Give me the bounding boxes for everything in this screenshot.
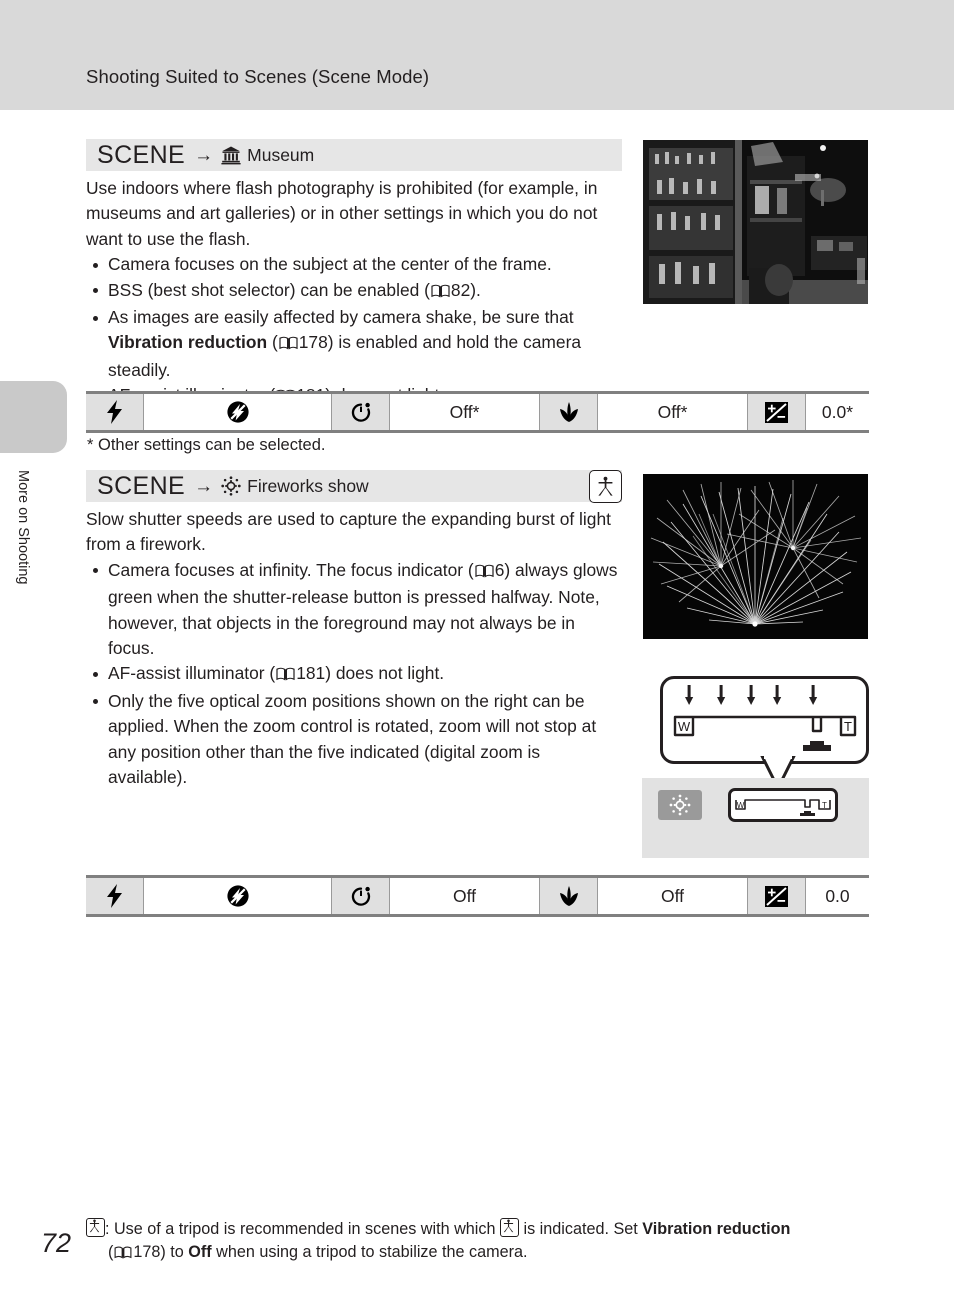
scene-header-museum: SCENE → Museum — [86, 139, 622, 171]
museum-intro: Use indoors where flash photography is p… — [86, 178, 598, 249]
exposure-value: 0.0* — [806, 394, 869, 430]
footnote-text: ( — [108, 1243, 114, 1261]
zoom-position-figure: W T W T — [642, 676, 869, 858]
list-item: Camera focuses at infinity. The focus in… — [86, 558, 624, 662]
macro-icon — [540, 878, 598, 914]
fireworks-body: Slow shutter speeds are used to capture … — [86, 507, 624, 790]
bullet-text: BSS (best shot selector) can be enabled … — [108, 279, 430, 300]
page-number: 72 — [41, 1228, 72, 1258]
self-timer-value: Off* — [390, 394, 540, 430]
bullet-text: AF-assist illuminator ( — [108, 663, 276, 684]
bullet-text: ). — [470, 279, 481, 300]
book-reference-icon — [475, 560, 494, 585]
settings-table-fireworks: Off Off 0.0 — [86, 875, 869, 917]
svg-text:W: W — [737, 801, 745, 810]
exposure-value: 0.0 — [806, 878, 869, 914]
footnote-text: ) to — [160, 1243, 189, 1261]
footnote-text: when using a tripod to stabilize the cam… — [211, 1243, 528, 1261]
footnote-second-line: (178) to Off when using a tripod to stab… — [86, 1241, 876, 1266]
fireworks-mode-indicator-icon — [658, 790, 702, 820]
arrow-right-icon: → — [194, 475, 214, 497]
scene-header-fireworks: SCENE → Fireworks show — [86, 470, 622, 503]
bullet-text: Camera focuses on the subject at the cen… — [108, 254, 552, 275]
macro-value: Off* — [598, 394, 748, 430]
fireworks-photo — [643, 474, 868, 639]
scene-name-museum: Museum — [247, 144, 315, 165]
fireworks-bullet-list: Camera focuses at infinity. The focus in… — [86, 558, 624, 791]
museum-bullet-list: Camera focuses on the subject at the cen… — [86, 252, 624, 410]
list-item: AF-assist illuminator ( 181) does not lig… — [86, 661, 624, 688]
arrow-right-icon: → — [194, 144, 214, 166]
self-timer-icon — [332, 878, 390, 914]
museum-body: Use indoors where flash photography is p… — [86, 176, 624, 411]
macro-icon — [540, 394, 598, 430]
bold-term: Vibration reduction — [642, 1220, 791, 1238]
self-timer-icon — [332, 394, 390, 430]
museum-photo — [643, 140, 868, 304]
flash-off-icon — [144, 878, 332, 914]
svg-text:T: T — [844, 719, 852, 734]
camera-monitor-zoom-indicator: W T — [642, 778, 869, 858]
bold-term: Off — [188, 1243, 212, 1261]
bullet-text: Camera focuses at infinity. The focus in… — [108, 559, 474, 580]
macro-value: Off — [598, 878, 748, 914]
list-item: Only the five optical zoom positions sho… — [86, 689, 624, 791]
tripod-icon — [589, 470, 622, 503]
content-column: SCENE → Museum Use indoors where flash p… — [86, 0, 870, 1314]
svg-text:T: T — [822, 801, 827, 810]
chapter-thumb-tab — [0, 381, 67, 453]
museum-icon — [220, 145, 241, 166]
bullet-text: ( — [267, 332, 278, 353]
list-item: BSS (best shot selector) can be enabled … — [86, 278, 624, 305]
list-item: As images are easily affected by camera … — [86, 305, 624, 383]
book-reference-icon — [431, 280, 450, 305]
list-item: Camera focuses on the subject at the cen… — [86, 252, 624, 277]
fireworks-intro: Slow shutter speeds are used to capture … — [86, 509, 611, 555]
footnote-page-ref: 178 — [133, 1243, 161, 1261]
flash-icon — [86, 878, 144, 914]
bullet-page-ref: 181 — [296, 663, 326, 684]
fireworks-icon — [220, 476, 241, 497]
book-reference-icon — [276, 663, 295, 688]
scene-word-museum: SCENE — [97, 140, 186, 169]
tripod-footnote: : Use of a tripod is recommended in scen… — [86, 1218, 876, 1266]
exposure-compensation-icon — [748, 394, 806, 430]
zoom-position-callout: W T — [660, 676, 869, 764]
table-footnote-museum: * Other settings can be selected. — [87, 436, 326, 454]
bullet-page-ref: 6 — [494, 559, 505, 580]
tripod-icon — [86, 1218, 105, 1237]
book-reference-icon — [279, 332, 298, 357]
bullet-text: ) does not light. — [325, 663, 445, 684]
svg-text:W: W — [678, 719, 691, 734]
chapter-label: More on Shooting — [15, 470, 31, 585]
scene-name-fireworks: Fireworks show — [247, 475, 369, 496]
tripod-icon — [499, 1218, 519, 1237]
flash-off-icon — [144, 394, 332, 430]
bold-term: Vibration reduction — [108, 332, 268, 353]
self-timer-value: Off — [390, 878, 540, 914]
bullet-text: Only the five optical zoom positions sho… — [108, 690, 597, 788]
exposure-compensation-icon — [748, 878, 806, 914]
scene-word-fireworks: SCENE — [97, 471, 186, 500]
flash-icon — [86, 394, 144, 430]
footnote-text: : Use of a tripod is recommended in scen… — [105, 1220, 500, 1238]
bullet-page-ref: 178 — [298, 332, 328, 353]
zoom-level-bar: W T — [728, 788, 838, 822]
book-reference-icon — [114, 1243, 132, 1266]
footnote-text: is indicated. Set — [518, 1220, 643, 1238]
bullet-text: As images are easily affected by camera … — [108, 307, 574, 328]
settings-table-museum: Off* Off* 0.0* — [86, 391, 869, 433]
bullet-page-ref: 82 — [450, 279, 471, 300]
